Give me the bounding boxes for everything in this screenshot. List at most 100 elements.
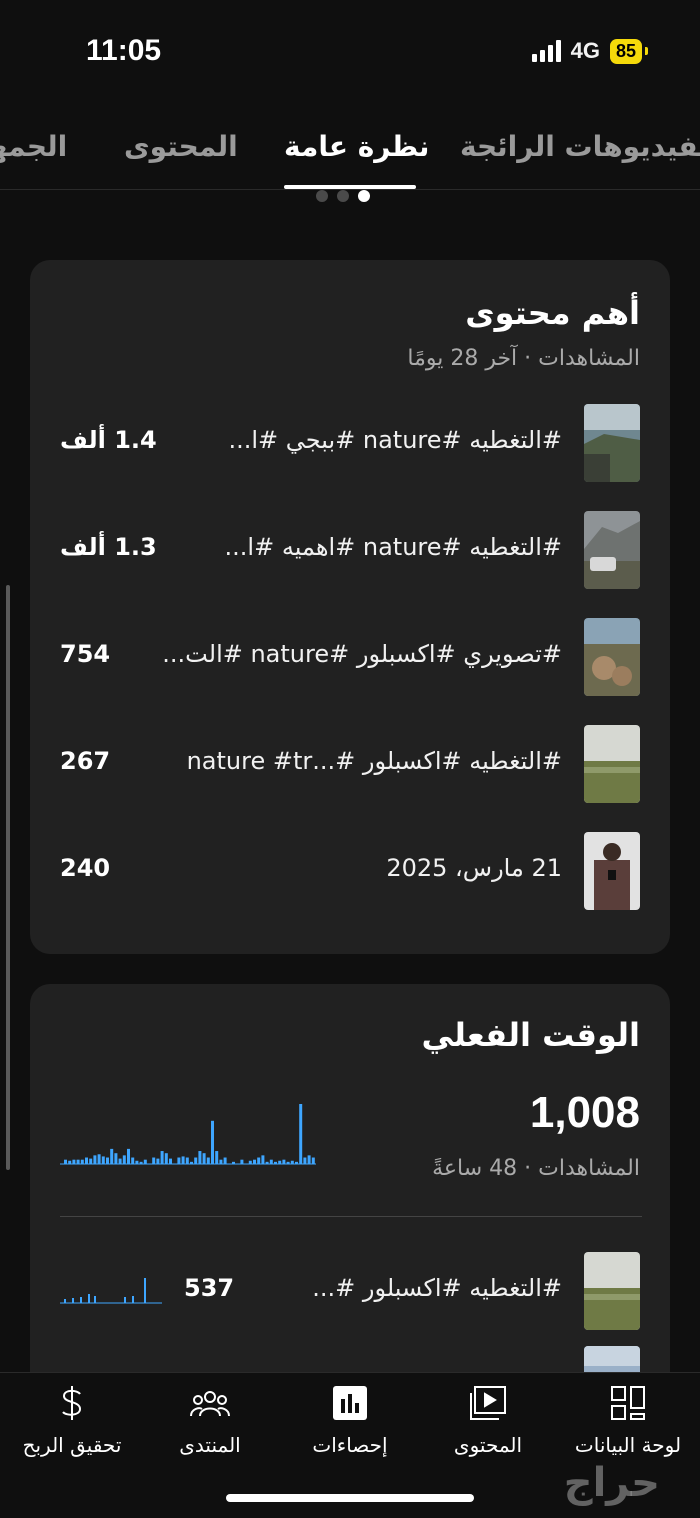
tab-trending[interactable]: الفيديوهات الرائجة <box>460 130 700 163</box>
analytics-icon <box>280 1383 420 1423</box>
list-item[interactable]: #التغطيه #اكسبلور #... 537 <box>30 1252 670 1332</box>
nav-monetization[interactable]: تحقيق الربح <box>2 1383 142 1457</box>
chart-bar <box>169 1158 172 1164</box>
chart-bar <box>101 1156 105 1164</box>
chart-bar <box>223 1157 227 1164</box>
chart-bar <box>253 1159 256 1164</box>
video-title: #التغطيه #اكسبلور #... <box>312 1274 562 1302</box>
chart-bar <box>211 1120 214 1164</box>
tab-overview[interactable]: نظرة عامة <box>284 130 429 163</box>
chart-bar <box>122 1155 126 1164</box>
chart-bar <box>290 1160 294 1164</box>
nav-community[interactable]: المنتدى <box>140 1383 280 1457</box>
community-icon <box>140 1383 280 1423</box>
chart-bar <box>265 1161 269 1164</box>
chart-bar <box>190 1161 193 1164</box>
dollar-icon <box>2 1383 142 1423</box>
divider <box>60 1216 642 1217</box>
chart-bar <box>202 1153 206 1164</box>
page-dots <box>316 190 370 202</box>
chart-bar <box>278 1160 282 1164</box>
card-title: أهم محتوى <box>465 294 640 332</box>
chart-bar <box>198 1151 202 1164</box>
chart-bar <box>299 1104 303 1164</box>
video-thumbnail <box>584 1252 640 1330</box>
list-item[interactable]: 21 مارس، 2025 240 <box>30 832 670 912</box>
video-thumbnail <box>584 832 640 910</box>
chart-bar <box>76 1159 80 1164</box>
tab-content[interactable]: المحتوى <box>124 130 238 163</box>
realtime-bar-chart <box>60 1104 316 1165</box>
card-title: الوقت الفعلي <box>421 1016 640 1054</box>
chart-bar <box>240 1159 244 1164</box>
content-icon <box>418 1383 558 1423</box>
dashboard-icon <box>558 1383 698 1423</box>
top-content-card: أهم محتوى المشاهدات · آخر 28 يومًا #التغ… <box>30 260 670 954</box>
network-type: 4G <box>570 38 600 63</box>
nav-analytics[interactable]: إحصاءات <box>280 1383 420 1457</box>
chart-bar <box>269 1159 273 1164</box>
nav-label: تحقيق الربح <box>22 1433 122 1457</box>
nav-content[interactable]: المحتوى <box>418 1383 558 1457</box>
tab-audience[interactable]: الجمهور <box>0 130 67 163</box>
home-indicator[interactable] <box>226 1494 474 1502</box>
chart-bar <box>282 1159 286 1164</box>
watermark-logo: حراج <box>563 1460 660 1506</box>
mini-bar-chart <box>60 1278 162 1304</box>
video-thumbnail <box>584 511 640 589</box>
video-title: 21 مارس، 2025 <box>386 854 562 882</box>
video-title: #التغطيه #nature #ببجي #ا... <box>228 426 562 454</box>
battery-icon: 85 <box>609 38 649 64</box>
nav-label: لوحة البيانات <box>574 1433 682 1457</box>
status-time: 11:05 <box>86 34 162 67</box>
scrollbar[interactable] <box>6 585 10 1170</box>
nav-label: المحتوى <box>453 1433 523 1457</box>
chart-bar <box>232 1161 235 1164</box>
video-views: 1.3 ألف <box>60 533 157 561</box>
chart-bar <box>156 1158 160 1164</box>
chart-bar <box>164 1153 168 1164</box>
status-indicators: 4G 85 <box>531 38 649 64</box>
list-item[interactable]: #تصويري #اكسبلور #nature #الت... 754 <box>30 618 670 698</box>
chart-bar <box>131 1157 135 1164</box>
chart-bar <box>127 1148 130 1164</box>
chart-bar <box>248 1160 252 1164</box>
chart-bar <box>114 1153 118 1164</box>
chart-bar <box>311 1157 315 1164</box>
video-title: #تصويري #اكسبلور #nature #الت... <box>162 640 562 668</box>
chart-bar <box>286 1161 290 1164</box>
chart-bar <box>139 1161 143 1164</box>
chart-bar <box>97 1154 101 1164</box>
nav-dashboard[interactable]: لوحة البيانات <box>558 1383 698 1457</box>
chart-bar <box>160 1151 164 1164</box>
chart-bar <box>261 1155 265 1164</box>
video-thumbnail <box>584 725 640 803</box>
video-views: 240 <box>60 854 111 882</box>
video-thumbnail <box>584 618 640 696</box>
video-title: #التغطيه #اكسبلور #...nature #tr <box>186 747 562 775</box>
chart-bar <box>257 1157 261 1164</box>
chart-bar <box>72 1159 76 1164</box>
video-views: 267 <box>60 747 111 775</box>
chart-bar <box>135 1160 139 1164</box>
chart-bar <box>307 1155 311 1164</box>
list-item[interactable]: #التغطيه #nature #اهميه #ا... 1.3 ألف <box>30 511 670 591</box>
list-item[interactable]: #التغطيه #nature #ببجي #ا... 1.4 ألف <box>30 404 670 484</box>
video-views: 537 <box>184 1274 235 1302</box>
chart-bar <box>219 1159 223 1164</box>
chart-bar <box>143 1159 147 1164</box>
chart-bar <box>106 1157 109 1164</box>
realtime-total: 1,008 <box>529 1088 640 1137</box>
video-views: 754 <box>60 640 111 668</box>
chart-bar <box>303 1157 307 1164</box>
list-item[interactable]: #التغطيه #اكسبلور #...nature #tr 267 <box>30 725 670 805</box>
chart-bar <box>68 1160 72 1164</box>
chart-bar <box>181 1156 185 1164</box>
video-title: #التغطيه #nature #اهميه #ا... <box>224 533 562 561</box>
chart-bar <box>64 1159 67 1164</box>
nav-label: إحصاءات <box>312 1433 388 1457</box>
video-thumbnail <box>584 404 640 482</box>
chart-bar <box>89 1158 93 1164</box>
chart-bar <box>177 1157 181 1164</box>
realtime-card: الوقت الفعلي 1,008 المشاهدات · 48 ساعةً … <box>30 984 670 1404</box>
